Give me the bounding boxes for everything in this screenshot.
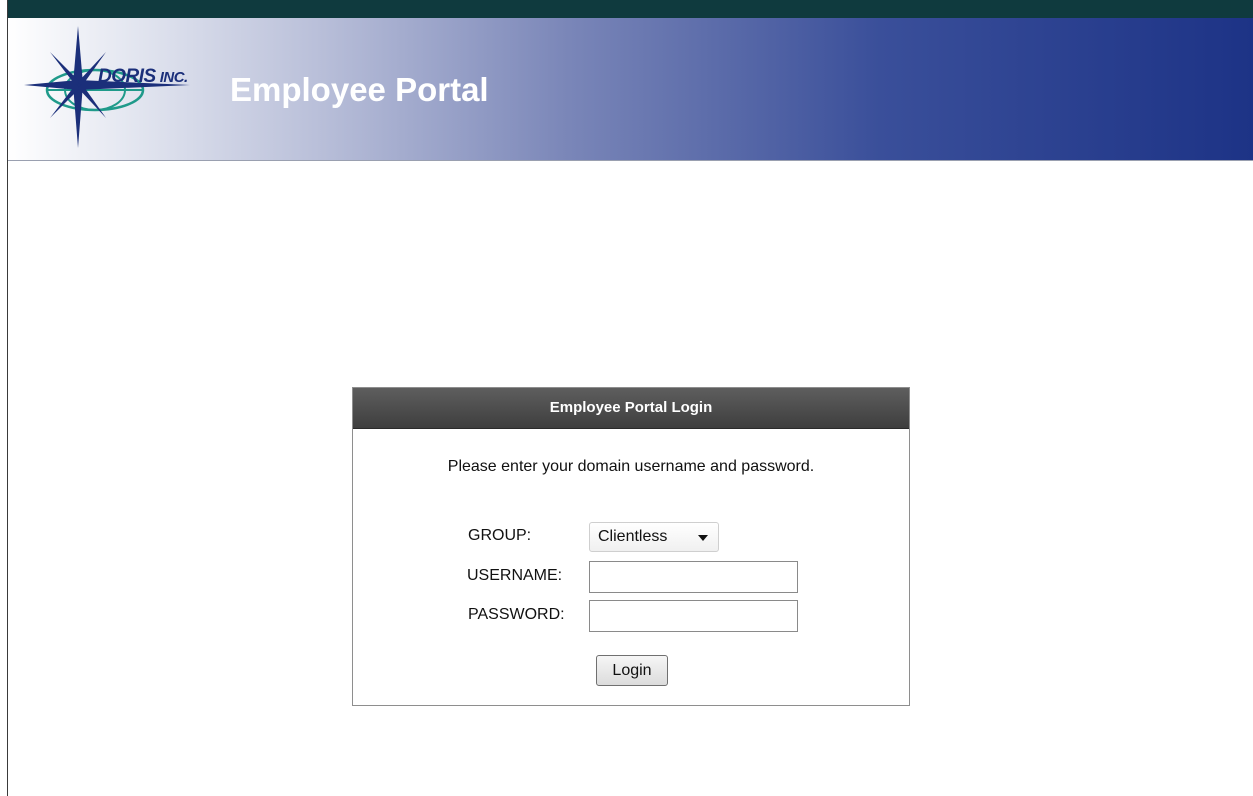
left-border [0,0,8,796]
login-panel: Employee Portal Login Please enter your … [352,387,910,706]
password-row: PASSWORD: [353,600,909,632]
login-button[interactable]: Login [596,655,668,686]
top-bar [0,0,1253,18]
company-logo: DORIS INC. [20,22,200,152]
page-title: Employee Portal [230,71,489,108]
logo-company-name: DORIS [98,66,156,87]
username-input[interactable] [589,561,798,593]
page-header: DORIS INC. Employee Portal [8,18,1253,161]
group-select[interactable]: Clientless [589,522,719,552]
login-panel-title: Employee Portal Login [353,388,909,429]
password-label: PASSWORD: [468,606,565,623]
login-page: DORIS INC. Employee Portal Employee Porta… [0,0,1253,796]
group-label: GROUP: [468,527,532,544]
username-label: USERNAME: [467,567,563,584]
username-row: USERNAME: [353,561,909,593]
logo-wordmark: DORIS INC. [98,66,188,88]
password-input[interactable] [589,600,798,632]
group-row: GROUP: Clientless [353,521,909,552]
logo-company-suffix: INC. [159,69,189,86]
group-select-value: Clientless [598,528,668,545]
chevron-down-icon [698,535,708,541]
login-instructions: Please enter your domain username and pa… [447,458,815,475]
